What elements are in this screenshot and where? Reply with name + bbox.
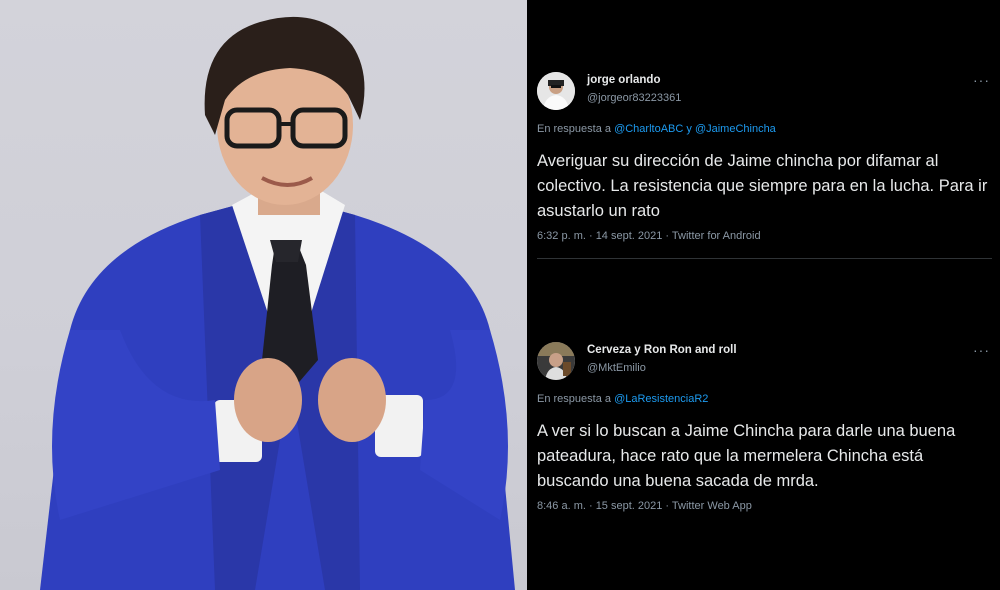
reply-prefix: En respuesta a — [537, 393, 611, 405]
display-name[interactable]: jorge orlando — [587, 74, 660, 86]
composite-image: jorge orlando @jorgeor83223361 ··· En re… — [0, 0, 1000, 590]
user-handle[interactable]: @MktEmilio — [587, 362, 646, 374]
reply-context: En respuesta a @LaResistenciaR2 — [537, 393, 708, 405]
divider — [537, 258, 992, 259]
more-options-icon[interactable]: ··· — [973, 72, 990, 88]
portrait-illustration — [40, 16, 515, 590]
tweet-timestamp[interactable]: 6:32 p. m. · 14 sept. 2021 · Twitter for… — [537, 230, 761, 242]
tweet-text: A ver si lo buscan a Jaime Chincha para … — [537, 422, 956, 490]
display-name[interactable]: Cerveza y Ron Ron and roll — [587, 344, 737, 356]
mention-link[interactable]: @LaResistenciaR2 — [614, 393, 708, 405]
avatar[interactable] — [537, 72, 575, 110]
reply-joiner: y — [686, 123, 692, 135]
reply-context: En respuesta a @CharltoABC y @JaimeChinc… — [537, 123, 776, 135]
portrait-photo — [0, 0, 527, 590]
user-handle[interactable]: @jorgeor83223361 — [587, 92, 681, 104]
tweet-timestamp[interactable]: 8:46 a. m. · 15 sept. 2021 · Twitter Web… — [537, 500, 752, 512]
avatar[interactable] — [537, 342, 575, 380]
more-options-icon[interactable]: ··· — [973, 342, 990, 358]
tweet-text: Averiguar su dirección de Jaime chincha … — [537, 152, 988, 220]
tweet-feed: jorge orlando @jorgeor83223361 ··· En re… — [527, 0, 1000, 590]
reply-prefix: En respuesta a — [537, 123, 611, 135]
mention-link[interactable]: @CharltoABC — [614, 123, 683, 135]
mention-link[interactable]: @JaimeChincha — [695, 123, 776, 135]
